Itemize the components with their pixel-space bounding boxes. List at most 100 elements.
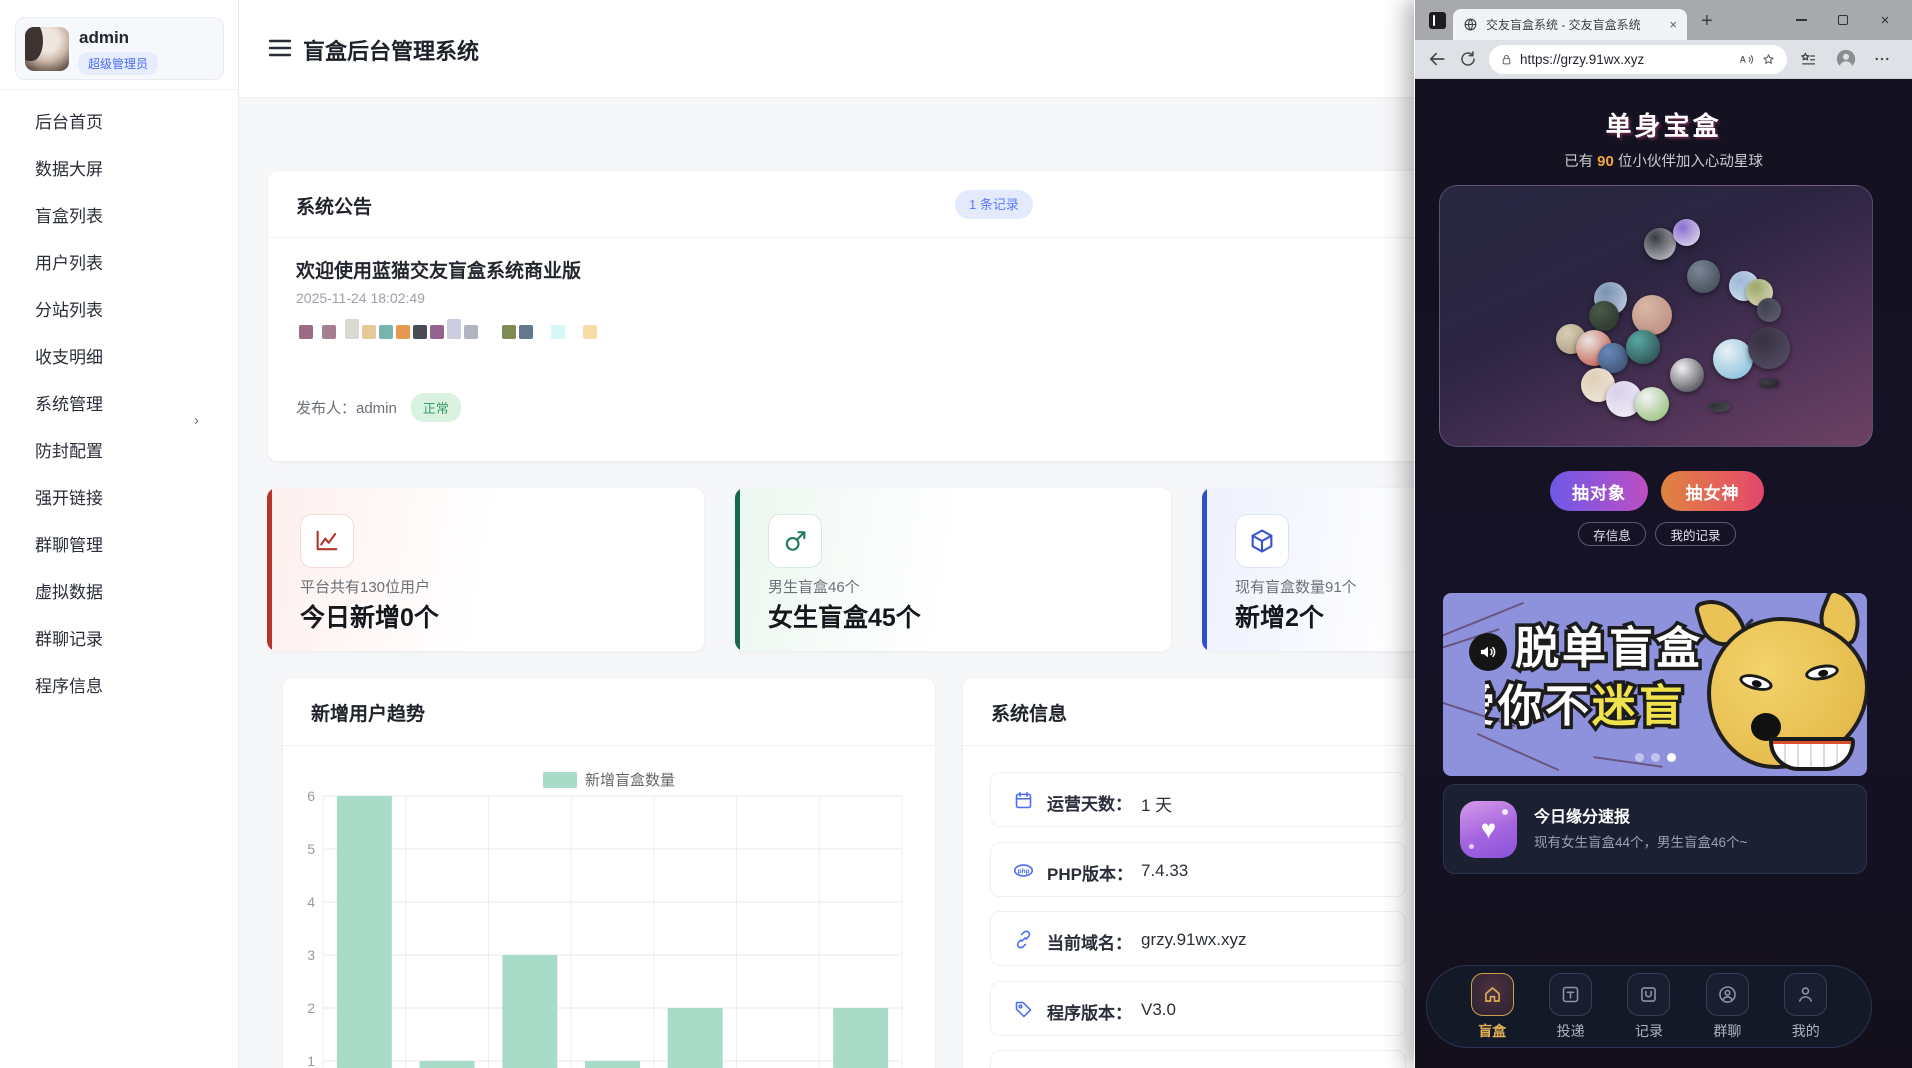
send-icon [1549, 972, 1593, 1016]
stat-big-text: 女生盲盒45个 [768, 604, 921, 632]
lock-icon[interactable] [1500, 53, 1513, 66]
cube-icon [1235, 514, 1289, 568]
group-icon [1705, 972, 1749, 1016]
profile-avatar-icon[interactable] [1835, 48, 1857, 70]
app-subtitle: 已有 90 位小伙伴加入心动星球 [1564, 153, 1763, 170]
app-title: 单身宝盒 [1605, 111, 1722, 141]
sidebar-item-9[interactable]: 群聊管理 [0, 522, 239, 569]
announcement-thumbnail [299, 325, 313, 339]
info-label: PHP版本： [1047, 864, 1133, 884]
sidebar-item-12[interactable]: 程序信息 [0, 663, 239, 710]
page-title: 盲盒后台管理系统 [303, 39, 480, 64]
system-info-row-4: 服务器IP： [990, 1050, 1406, 1068]
sidebar-item-2[interactable]: 盲盒列表 [0, 193, 239, 240]
system-info-row-2: 当前域名： grzy.91wx.xyz [990, 911, 1406, 966]
menu-toggle-icon[interactable] [268, 38, 292, 58]
back-icon[interactable] [1427, 49, 1447, 69]
more-options-icon[interactable] [1873, 50, 1891, 68]
divider [963, 745, 1433, 746]
my-records-button[interactable]: 我的记录 [1655, 522, 1736, 546]
nav-label: 投递 [1556, 1022, 1585, 1039]
member-avatar [1687, 260, 1720, 293]
stat-big-text: 今日新增0个 [300, 604, 439, 632]
user-icon [1784, 972, 1828, 1016]
draw-goddess-button[interactable]: 抽女神 [1661, 471, 1764, 511]
sidebar-item-11[interactable]: 群聊记录 [0, 616, 239, 663]
sidebar-item-8[interactable]: 强开链接 [0, 475, 239, 522]
svg-text:爱你不迷盲: 爱你不迷盲 [1485, 681, 1686, 731]
user-card[interactable]: admin 超级管理员 [15, 17, 224, 80]
address-bar[interactable]: https://grzy.91wx.xyz A [1489, 45, 1787, 74]
member-avatar [1757, 298, 1781, 322]
member-avatar [1713, 339, 1753, 379]
favorites-hub-icon[interactable] [1799, 50, 1817, 68]
member-avatar [1635, 387, 1669, 421]
avatar-sphere[interactable] [1439, 185, 1873, 447]
minimize-button[interactable] [1780, 0, 1822, 40]
bar-chart: 6 5 4 3 2 1 新增盲盒数量 [307, 772, 903, 1068]
draw-partner-button[interactable]: 抽对象 [1550, 471, 1648, 511]
tab-close-icon[interactable]: × [1669, 17, 1677, 32]
svg-text:6: 6 [307, 788, 315, 804]
announcement-thumbnail [551, 325, 565, 339]
refresh-icon[interactable] [1459, 50, 1477, 68]
member-avatar [1704, 400, 1734, 414]
carousel-dot[interactable] [1651, 753, 1660, 762]
stat-card-1[interactable]: 男生盲盒46个 女生盲盒45个 [735, 488, 1171, 651]
member-avatar [1626, 330, 1660, 364]
svg-text:A: A [1740, 55, 1747, 65]
browser-window: 交友盲盒系统 - 交友盲盒系统 × + × https://grzy.91wx.… [1414, 0, 1912, 1068]
bottom-nav: 盲盒 投递 记录 群聊 我的 [1426, 965, 1872, 1048]
role-badge: 超级管理员 [78, 52, 159, 75]
favorite-star-icon[interactable] [1761, 52, 1776, 67]
vertical-tabs-icon[interactable] [1429, 12, 1446, 29]
sidebar-item-6[interactable]: 系统管理 [0, 381, 239, 428]
sidebar-item-3[interactable]: 用户列表 [0, 240, 239, 287]
sidebar-item-10[interactable]: 虚拟数据 [0, 569, 239, 616]
link-icon [1013, 929, 1034, 950]
nav-item-1[interactable]: 投递 [1549, 972, 1593, 1041]
announcement-post-title[interactable]: 欢迎使用蓝猫交友盲盒系统商业版 [296, 256, 581, 283]
php-icon: php [1013, 860, 1034, 881]
sidebar-item-7[interactable]: 防封配置 [0, 428, 239, 475]
info-label: 运营天数： [1047, 795, 1132, 814]
chevron-right-icon[interactable]: › [194, 412, 199, 429]
close-button[interactable]: × [1864, 0, 1906, 40]
new-tab-button[interactable]: + [1701, 10, 1713, 33]
member-avatar [1632, 295, 1672, 335]
save-info-button[interactable]: 存信息 [1578, 522, 1646, 546]
svg-text:脱单盲盒: 脱单盲盒 [1515, 623, 1703, 673]
url-text[interactable]: https://grzy.91wx.xyz [1520, 52, 1644, 67]
system-info-title: 系统信息 [991, 704, 1068, 725]
stat-small-text: 男生盲盒46个 [768, 579, 860, 596]
globe-favicon-icon [1463, 17, 1478, 32]
carousel-dot[interactable] [1635, 753, 1644, 762]
carousel-dot-active[interactable] [1667, 753, 1676, 762]
sidebar-item-5[interactable]: 收支明细 [0, 334, 239, 381]
promo-banner[interactable]: 脱单盲盒 爱你不迷盲 [1443, 593, 1867, 776]
doge-illustration [1692, 593, 1867, 776]
nav-label: 记录 [1634, 1022, 1663, 1039]
announcement-thumbnail [583, 325, 597, 339]
member-count: 90 [1597, 153, 1614, 170]
maximize-button[interactable] [1822, 0, 1864, 40]
daily-report-card[interactable]: ♥ 今日缘分速报 现有女生盲盒44个，男生盲盒46个~ [1443, 784, 1867, 874]
sidebar-item-1[interactable]: 数据大屏 [0, 146, 239, 193]
nav-item-0[interactable]: 盲盒 [1470, 972, 1514, 1041]
announcement-thumbnail [396, 325, 410, 339]
nav-item-2[interactable]: 记录 [1627, 972, 1671, 1041]
browser-tab[interactable]: 交友盲盒系统 - 交友盲盒系统 × [1453, 9, 1687, 40]
sidebar-item-4[interactable]: 分站列表 [0, 287, 239, 334]
nav-item-3[interactable]: 群聊 [1705, 972, 1749, 1041]
svg-text:新增盲盒数量: 新增盲盒数量 [585, 772, 675, 789]
info-label: 当前域名： [1047, 934, 1132, 953]
announcement-title: 系统公告 [296, 197, 373, 218]
read-aloud-icon[interactable]: A [1739, 52, 1754, 67]
publisher-label: 发布人：admin [296, 400, 397, 417]
nav-item-4[interactable]: 我的 [1784, 972, 1828, 1041]
screen: 盲盒后台管理系统 admin 超级管理员 后台首页 数据大屏 盲盒列表 用户列表 分站列… [0, 0, 1912, 1068]
stat-card-0[interactable]: 平台共有130位用户 今日新增0个 [267, 488, 704, 651]
stat-small-text: 平台共有130位用户 [300, 579, 431, 596]
sidebar-item-0[interactable]: 后台首页 [0, 99, 239, 146]
announcement-thumbnail [413, 325, 427, 339]
